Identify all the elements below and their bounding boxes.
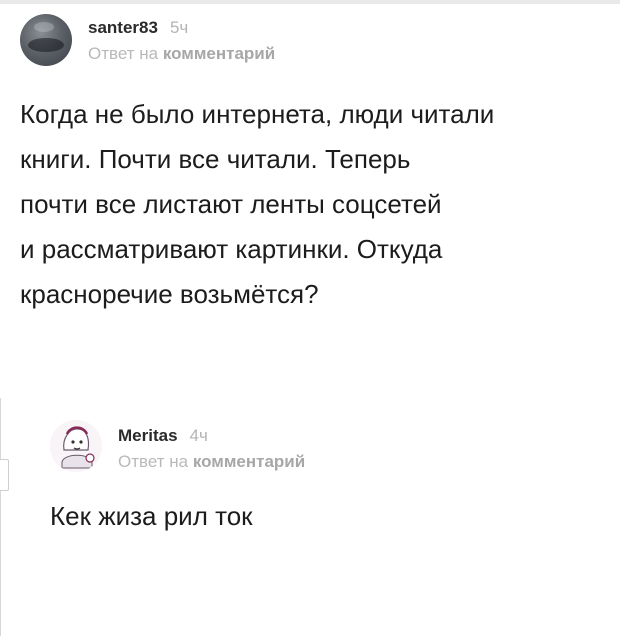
top-divider [0,0,620,4]
comment-meta: Meritas 4ч Ответ на комментарий [118,418,305,472]
avatar[interactable] [50,420,102,472]
cartoon-avatar-icon [50,420,102,472]
comment-header: santer83 5ч Ответ на комментарий [20,10,610,66]
comment-text: Когда не было интернета, люди читали кни… [20,99,495,309]
avatar-shadow [28,38,64,52]
comment-text: Кек жиза рил ток [50,501,253,531]
name-row: Meritas 4ч [118,426,305,446]
reply-to: Ответ на комментарий [118,452,305,472]
username[interactable]: santer83 [88,18,158,38]
comment: santer83 5ч Ответ на комментарий Когда н… [20,10,610,317]
timestamp: 4ч [189,426,208,445]
reply-prefix: Ответ на [118,452,189,471]
thread-line [0,398,1,636]
reply-to: Ответ на комментарий [88,44,275,64]
username[interactable]: Meritas [118,426,178,446]
avatar[interactable] [20,14,72,66]
comment-meta: santer83 5ч Ответ на комментарий [88,10,275,64]
thread-collapse-handle[interactable] [0,459,9,491]
reply-parent-link[interactable]: комментарий [193,452,305,471]
comment-reply: Meritas 4ч Ответ на комментарий Кек жиза… [50,418,610,539]
avatar-highlight [34,22,54,32]
reply-prefix: Ответ на [88,44,159,63]
timestamp: 5ч [169,18,189,37]
comment-header: Meritas 4ч Ответ на комментарий [50,418,610,472]
name-row: santer83 5ч [88,18,275,38]
reply-parent-link[interactable]: комментарий [163,44,275,63]
